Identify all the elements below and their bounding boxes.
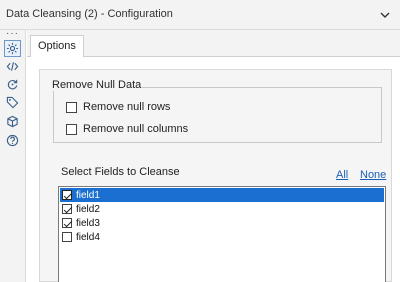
field-label: field1 — [76, 189, 100, 201]
config-sidebar: ··· — [0, 28, 26, 282]
remove-null-rows-option[interactable]: Remove null rows — [66, 101, 170, 113]
remove-null-rows-checkbox[interactable] — [66, 101, 77, 113]
more-icon[interactable]: ··· — [6, 28, 19, 39]
field-row-field3[interactable]: field3 — [60, 216, 384, 230]
refresh-icon[interactable] — [4, 76, 21, 93]
window-title: Data Cleansing (2) - Configuration — [6, 8, 173, 20]
remove-null-rows-label: Remove null rows — [83, 101, 171, 113]
config-title-bar: Data Cleansing (2) - Configuration — [0, 0, 400, 30]
field-label: field2 — [76, 203, 100, 215]
select-none-link[interactable]: None — [360, 169, 386, 181]
select-all-link[interactable]: All — [336, 169, 348, 181]
chevron-down-icon[interactable] — [378, 8, 392, 22]
fields-listbox[interactable]: field1 field2 field3 field4 — [58, 186, 386, 282]
cube-icon[interactable] — [4, 113, 21, 130]
gear-icon[interactable] — [4, 40, 21, 57]
group-legend: Remove Null Data — [51, 79, 143, 91]
field4-checkbox[interactable] — [62, 232, 72, 242]
remove-null-columns-option[interactable]: Remove null columns — [66, 123, 188, 135]
field-row-field2[interactable]: field2 — [60, 202, 384, 216]
tag-icon[interactable] — [4, 94, 21, 111]
select-fields-label: Select Fields to Cleanse — [61, 166, 180, 178]
remove-null-columns-checkbox[interactable] — [66, 123, 77, 135]
field-row-field4[interactable]: field4 — [60, 230, 384, 244]
field-row-field1[interactable]: field1 — [60, 188, 384, 202]
field-label: field4 — [76, 231, 100, 243]
remove-null-columns-label: Remove null columns — [83, 123, 189, 135]
tab-options[interactable]: Options — [30, 35, 84, 58]
code-icon[interactable] — [4, 58, 21, 75]
options-panel: Remove Null Data Remove null rows Remove… — [39, 69, 392, 282]
field2-checkbox[interactable] — [62, 204, 72, 214]
options-content: Remove Null Data Remove null rows Remove… — [27, 57, 400, 282]
help-icon[interactable] — [4, 132, 21, 149]
field1-checkbox[interactable] — [62, 190, 72, 200]
tab-strip: Options — [27, 30, 400, 58]
field3-checkbox[interactable] — [62, 218, 72, 228]
field-label: field3 — [76, 217, 100, 229]
